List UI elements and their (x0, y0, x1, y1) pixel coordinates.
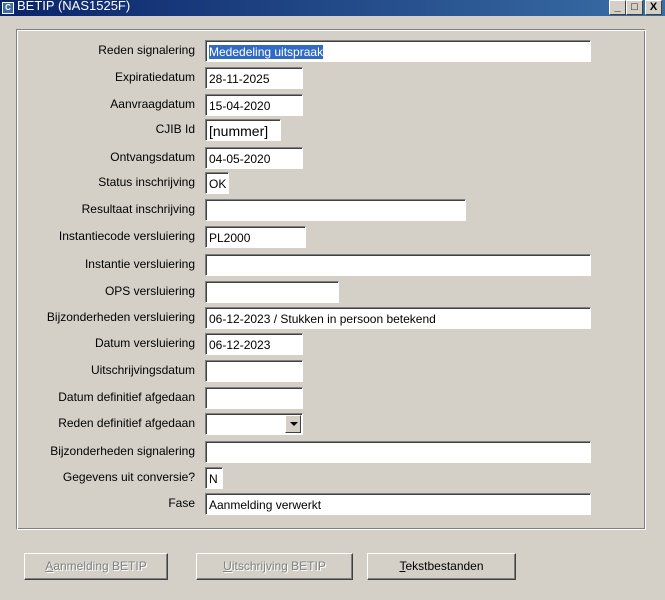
instantiecode-versluiering-field[interactable]: PL2000 (205, 226, 306, 248)
reden-signalering-field[interactable]: Mededeling uitspraak (205, 40, 591, 62)
status-inschrijving-field[interactable]: OK (205, 172, 229, 194)
label-reden-definitief-afgedaan: Reden definitief afgedaan (58, 416, 195, 430)
label-bijzonderheden-versluiering: Bijzonderheden versluiering (46, 310, 195, 324)
label-datum-versluiering: Datum versluiering (94, 336, 195, 350)
label-expiratiedatum: Expiratiedatum (114, 70, 195, 84)
chevron-down-icon[interactable] (285, 415, 301, 433)
label-reden-signalering: Reden signalering (98, 43, 195, 57)
resultaat-inschrijving-field[interactable] (205, 199, 466, 221)
datum-definitief-afgedaan-field[interactable] (205, 387, 303, 409)
instantie-versluiering-field[interactable] (205, 254, 591, 276)
window-title: BETIP (NAS1525F) (17, 0, 131, 13)
label-fase: Fase (168, 496, 195, 510)
label-ops-versluiering: OPS versluiering (104, 284, 195, 298)
label-ontvangsdatum: Ontvangsdatum (110, 150, 195, 164)
reden-signalering-value: Mededeling uitspraak (209, 45, 324, 59)
aanmelding-betip-button[interactable]: Aanmelding BETIP (24, 553, 168, 580)
uitschrijving-label: itschrijving BETIP (231, 559, 326, 573)
ops-versluiering-field[interactable] (205, 281, 339, 303)
label-gegevens-uit-conversie: Gegevens uit conversie? (62, 470, 195, 484)
cjib-id-field[interactable]: [nummer] (205, 119, 281, 141)
tekstbestanden-button[interactable]: Tekstbestanden (367, 553, 516, 580)
label-status-inschrijving: Status inschrijving (98, 175, 195, 189)
gegevens-uit-conversie-field[interactable]: N (205, 467, 223, 489)
minimize-button[interactable]: _ (609, 0, 626, 15)
label-datum-definitief-afgedaan: Datum definitief afgedaan (58, 390, 195, 404)
label-cjib-id: CJIB Id (155, 122, 195, 136)
bijzonderheden-versluiering-field[interactable]: 06-12-2023 / Stukken in persoon betekend (205, 307, 591, 329)
label-resultaat-inschrijving: Resultaat inschrijving (81, 202, 195, 216)
datum-versluiering-field[interactable]: 06-12-2023 (205, 333, 303, 355)
label-instantiecode-versluiering: Instantiecode versluiering (58, 229, 195, 243)
expiratiedatum-field[interactable]: 28-11-2025 (205, 67, 303, 89)
maximize-button[interactable]: □ (626, 0, 643, 15)
uitschrijving-mnemonic: U (223, 559, 232, 573)
reden-definitief-afgedaan-select[interactable] (205, 413, 303, 435)
tekstbestanden-label: ekstbestanden (405, 559, 484, 573)
label-bijzonderheden-signalering: Bijzonderheden signalering (50, 444, 195, 458)
label-instantie-versluiering: Instantie versluiering (84, 257, 195, 271)
fase-field[interactable]: Aanmelding verwerkt (205, 493, 591, 515)
app-icon: C (2, 2, 14, 14)
close-button[interactable]: X (645, 0, 662, 15)
ontvangsdatum-field[interactable]: 04-05-2020 (205, 147, 303, 169)
label-uitschrijvingsdatum: Uitschrijvingsdatum (90, 363, 195, 377)
title-bar: C BETIP (NAS1525F) _ □ X (0, 0, 665, 16)
aanvraagdatum-field[interactable]: 15-04-2020 (205, 94, 303, 116)
bijzonderheden-signalering-field[interactable] (205, 441, 591, 463)
uitschrijving-betip-button[interactable]: Uitschrijving BETIP (196, 553, 353, 580)
aanmelding-label: anmelding BETIP (53, 559, 147, 573)
uitschrijvingsdatum-field[interactable] (205, 360, 303, 382)
label-aanvraagdatum: Aanvraagdatum (110, 97, 195, 111)
